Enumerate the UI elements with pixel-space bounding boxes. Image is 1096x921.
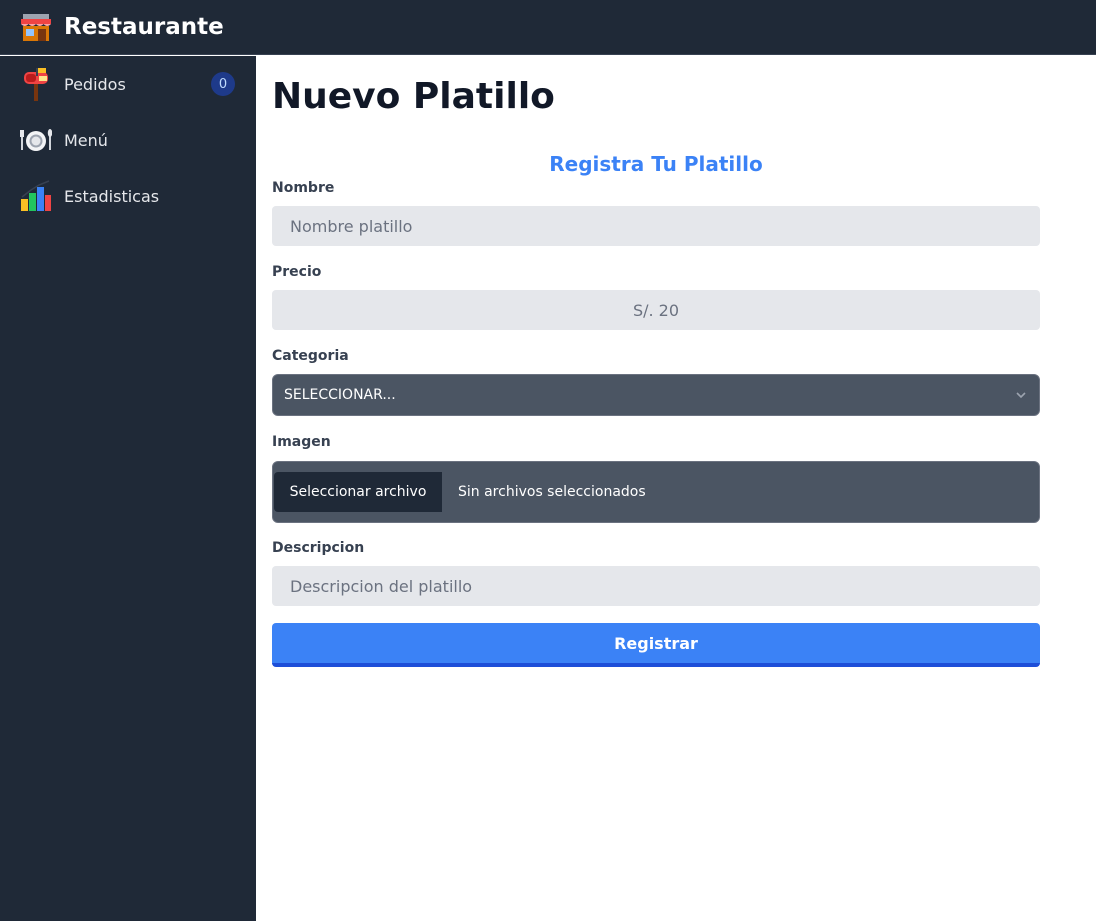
pedidos-count-badge: 0 (211, 72, 235, 96)
categoria-select[interactable]: SELECCIONAR... (272, 374, 1040, 416)
imagen-label: Imagen (272, 434, 331, 450)
mailbox-icon (20, 67, 52, 101)
form-title: Registra Tu Platillo (549, 152, 763, 176)
chevron-down-icon (1013, 387, 1029, 403)
descripcion-input[interactable]: Descripcion del platillo (272, 566, 1040, 606)
sidebar-item-estadisticas[interactable]: Estadisticas (0, 168, 256, 224)
sidebar-item-label: Estadisticas (64, 186, 160, 206)
page-title: Nuevo Platillo (272, 76, 555, 117)
top-bar: Restaurante (0, 0, 1096, 55)
registrar-button[interactable]: Registrar (272, 623, 1040, 667)
sidebar: Pedidos 0 Menú Estadisticas (0, 56, 256, 921)
precio-input[interactable]: S/. 20 (272, 290, 1040, 330)
categoria-selected-value: SELECCIONAR... (284, 387, 396, 403)
select-file-button[interactable]: Seleccionar archivo (274, 472, 442, 512)
file-status: Sin archivos seleccionados (458, 484, 646, 500)
bar-chart-icon (20, 179, 52, 213)
sidebar-item-label: Pedidos (64, 74, 126, 94)
sidebar-item-menu[interactable]: Menú (0, 112, 256, 168)
sidebar-item-pedidos[interactable]: Pedidos 0 (0, 56, 256, 112)
nombre-label: Nombre (272, 180, 335, 196)
restaurant-storefront-icon (20, 12, 52, 42)
app-title: Restaurante (64, 14, 224, 40)
imagen-file-input[interactable]: Seleccionar archivo Sin archivos selecci… (272, 461, 1040, 523)
main-content: Nuevo Platillo Registra Tu Platillo Nomb… (256, 56, 1096, 921)
descripcion-label: Descripcion (272, 540, 365, 556)
precio-label: Precio (272, 264, 322, 280)
sidebar-item-label: Menú (64, 130, 108, 150)
nombre-input[interactable]: Nombre platillo (272, 206, 1040, 246)
dinner-plate-icon (20, 123, 52, 157)
categoria-label: Categoria (272, 348, 349, 364)
